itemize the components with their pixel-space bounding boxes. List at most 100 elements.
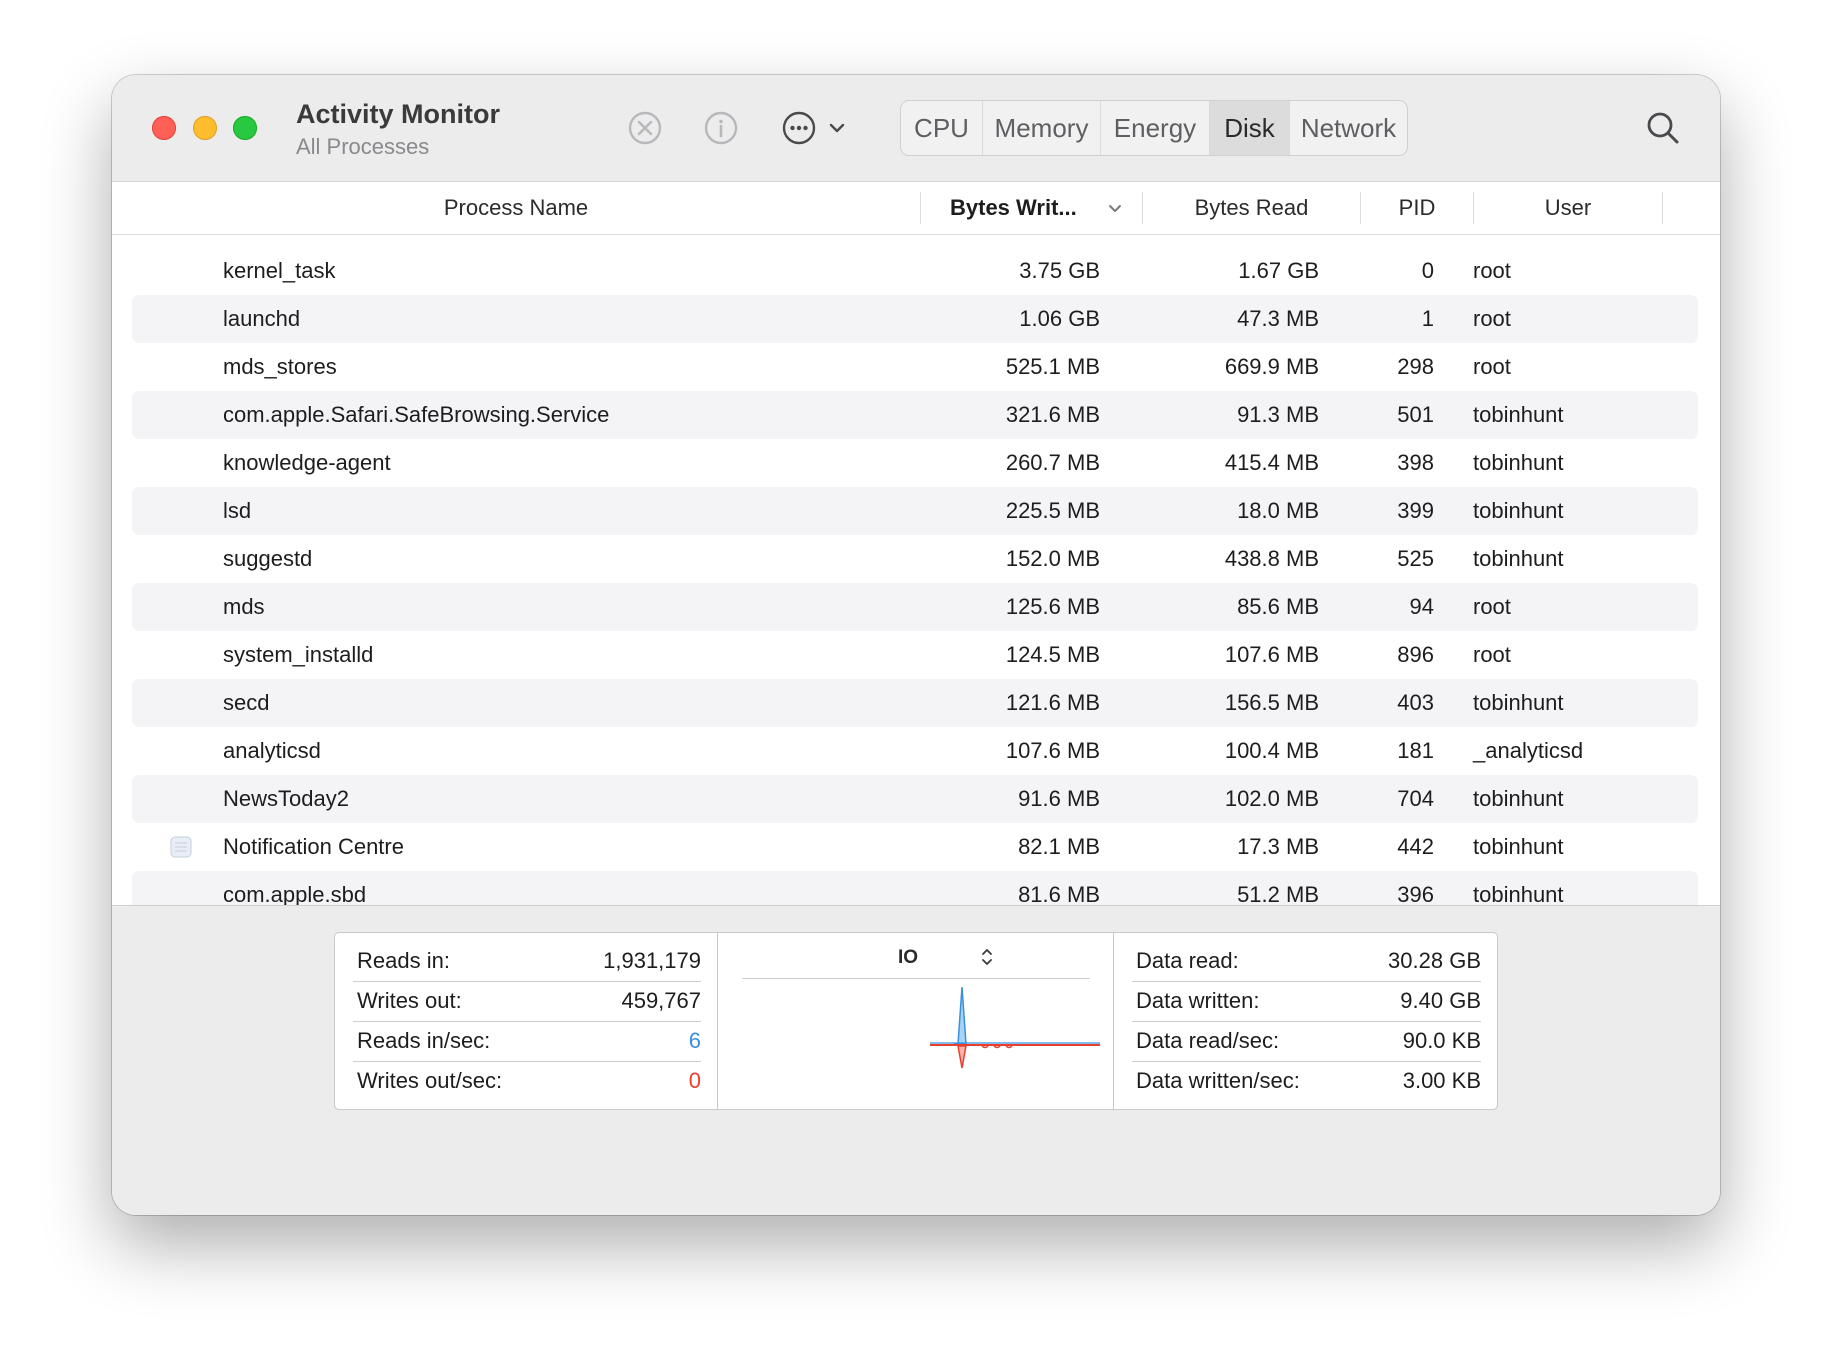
table-row[interactable]: suggestd 152.0 MB 438.8 MB 525 tobinhunt xyxy=(132,535,1698,583)
stat-value: 3.00 KB xyxy=(1402,1068,1481,1093)
column-separator[interactable] xyxy=(920,192,921,224)
bytes-read: 1.67 GB xyxy=(1238,258,1319,283)
column-separator[interactable] xyxy=(1662,192,1663,224)
table-row[interactable]: Notification Centre 82.1 MB 17.3 MB 442 tobi… xyxy=(132,823,1698,871)
table-row[interactable]: mds_stores 525.1 MB 669.9 MB 298 root xyxy=(132,343,1698,391)
table-row[interactable]: kernel_task 3.75 GB 1.67 GB 0 root xyxy=(132,247,1698,295)
stat-label: Reads in: xyxy=(357,948,450,973)
tab-network[interactable]: Network xyxy=(1290,101,1407,155)
process-name: NewsToday2 xyxy=(223,786,349,811)
bytes-written: 125.6 MB xyxy=(1005,594,1100,619)
table-row[interactable]: com.apple.Safari.SafeBrowsing.Service 321… xyxy=(132,391,1698,439)
pid: 399 xyxy=(1397,498,1434,523)
column-bytes-read[interactable]: Bytes Read xyxy=(1143,182,1360,234)
close-window-button[interactable] xyxy=(152,116,176,140)
stat-row: Reads in/sec: 6 xyxy=(353,1021,701,1062)
writes-spike xyxy=(957,1045,967,1069)
bytes-written: 81.6 MB xyxy=(1018,882,1100,905)
activity-monitor-window: Activity Monitor All Processes CPU Memor… xyxy=(112,75,1720,1215)
table-row[interactable]: analyticsd 107.6 MB 100.4 MB 181 _analyticsd xyxy=(132,727,1698,775)
more-options-icon[interactable] xyxy=(779,108,819,148)
up-down-chevron-icon[interactable] xyxy=(980,946,994,968)
process-name: com.apple.sbd xyxy=(223,882,367,905)
table-row[interactable]: system_installd 124.5 MB 107.6 MB 896 root xyxy=(132,631,1698,679)
bytes-read: 438.8 MB xyxy=(1224,546,1319,571)
column-bytes-written[interactable]: Bytes Writ... xyxy=(950,182,1077,234)
bytes-written: 82.1 MB xyxy=(1018,834,1100,859)
bytes-read: 415.4 MB xyxy=(1224,450,1319,475)
bytes-written: 91.6 MB xyxy=(1018,786,1100,811)
process-name: knowledge-agent xyxy=(223,450,391,475)
minimize-window-button[interactable] xyxy=(193,116,217,140)
chevron-down-icon[interactable] xyxy=(828,120,846,136)
process-name: kernel_task xyxy=(223,258,336,283)
process-name: com.apple.Safari.SafeBrowsing.Service xyxy=(223,402,610,427)
column-user[interactable]: User xyxy=(1474,182,1662,234)
column-process-name[interactable]: Process Name xyxy=(112,182,920,234)
bytes-read: 18.0 MB xyxy=(1237,498,1319,523)
user: tobinhunt xyxy=(1473,402,1564,427)
stat-label: Data read/sec: xyxy=(1136,1028,1280,1053)
sort-descending-icon[interactable] xyxy=(1107,202,1123,216)
stat-value-reads-per-sec: 6 xyxy=(688,1028,701,1053)
bytes-written: 260.7 MB xyxy=(1005,450,1100,475)
stat-row: Writes out: 459,767 xyxy=(353,981,701,1022)
pid: 525 xyxy=(1397,546,1434,571)
zoom-window-button[interactable] xyxy=(233,116,257,140)
pid: 1 xyxy=(1421,306,1434,331)
io-counts: Reads in: 1,931,179 Writes out: 459,767 … xyxy=(335,933,718,1109)
bytes-read: 102.0 MB xyxy=(1224,786,1319,811)
pid: 704 xyxy=(1397,786,1434,811)
stop-process-icon[interactable] xyxy=(625,108,665,148)
toolbar: Activity Monitor All Processes CPU Memor… xyxy=(112,75,1720,182)
graph-mode-selector[interactable]: IO xyxy=(898,947,918,969)
table-row[interactable]: knowledge-agent 260.7 MB 415.4 MB 398 tobinh… xyxy=(132,439,1698,487)
table-row[interactable]: mds 125.6 MB 85.6 MB 94 root xyxy=(132,583,1698,631)
stat-row: Reads in: 1,931,179 xyxy=(353,941,701,982)
user: root xyxy=(1473,354,1511,379)
bytes-read: 107.6 MB xyxy=(1224,642,1319,667)
pid: 298 xyxy=(1397,354,1434,379)
stat-label: Data read: xyxy=(1136,948,1239,973)
tab-memory[interactable]: Memory xyxy=(983,101,1101,155)
search-icon[interactable] xyxy=(1644,109,1682,147)
app-subtitle[interactable]: All Processes xyxy=(296,134,429,160)
pid: 403 xyxy=(1397,690,1434,715)
process-name: lsd xyxy=(223,498,252,523)
user: tobinhunt xyxy=(1473,450,1564,475)
io-graph xyxy=(930,986,1100,1069)
tab-energy[interactable]: Energy xyxy=(1101,101,1210,155)
pid: 501 xyxy=(1397,402,1434,427)
info-icon[interactable] xyxy=(701,108,741,148)
pid: 896 xyxy=(1397,642,1434,667)
table-row[interactable]: launchd 1.06 GB 47.3 MB 1 root xyxy=(132,295,1698,343)
user: root xyxy=(1473,642,1511,667)
bytes-read: 669.9 MB xyxy=(1224,354,1319,379)
table-row[interactable]: secd 121.6 MB 156.5 MB 403 tobinhunt xyxy=(132,679,1698,727)
table-row[interactable]: com.apple.sbd 81.6 MB 51.2 MB 396 tobinhunt xyxy=(132,871,1698,905)
bytes-read: 156.5 MB xyxy=(1224,690,1319,715)
tab-cpu[interactable]: CPU xyxy=(901,101,983,155)
user: tobinhunt xyxy=(1473,834,1564,859)
tab-disk[interactable]: Disk xyxy=(1210,101,1290,155)
pid: 181 xyxy=(1397,738,1434,763)
table-row[interactable]: lsd 225.5 MB 18.0 MB 399 tobinhunt xyxy=(132,487,1698,535)
process-table: kernel_task 3.75 GB 1.67 GB 0 root launchd 1.0… xyxy=(112,247,1720,905)
app-title: Activity Monitor xyxy=(296,99,501,129)
user: root xyxy=(1473,306,1511,331)
stat-value: 459,767 xyxy=(621,988,701,1013)
bytes-read: 85.6 MB xyxy=(1237,594,1319,619)
stat-row: Writes out/sec: 0 xyxy=(353,1061,701,1101)
process-name: analyticsd xyxy=(223,738,321,763)
bytes-read: 51.2 MB xyxy=(1237,882,1319,905)
column-pid[interactable]: PID xyxy=(1361,182,1473,234)
process-name: suggestd xyxy=(223,546,313,571)
process-name: launchd xyxy=(223,306,301,331)
process-name: Notification Centre xyxy=(223,834,404,859)
stat-row: Data read: 30.28 GB xyxy=(1132,941,1481,982)
bytes-written: 3.75 GB xyxy=(1019,258,1100,283)
user: tobinhunt xyxy=(1473,882,1564,905)
stats-box: Reads in: 1,931,179 Writes out: 459,767 … xyxy=(334,932,1498,1110)
bytes-read: 47.3 MB xyxy=(1237,306,1319,331)
table-row[interactable]: NewsToday2 91.6 MB 102.0 MB 704 tobinhunt xyxy=(132,775,1698,823)
